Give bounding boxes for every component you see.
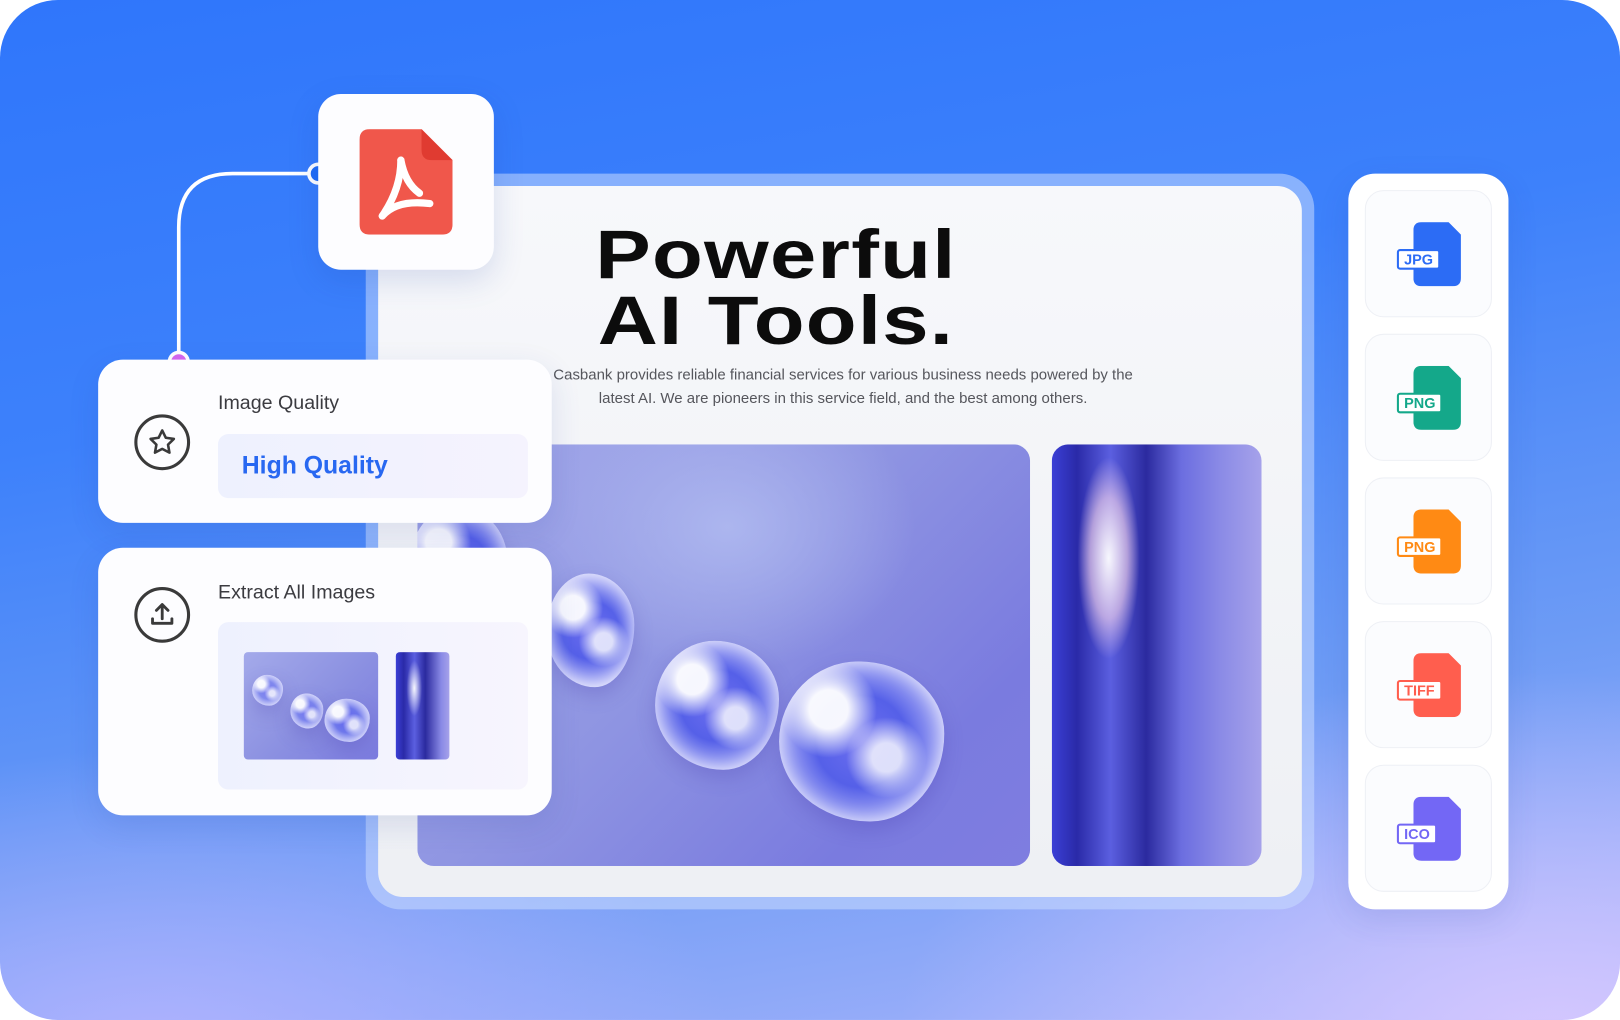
upload-icon [134,586,191,643]
extract-images-label: Extract All Images [218,581,376,604]
pdf-icon [359,129,453,235]
format-png-green[interactable]: PNG [1364,333,1492,461]
format-tiff[interactable]: TIFF [1364,621,1492,749]
format-label: PNG [1396,392,1443,414]
stage: Powerful AI Tools. Casbank provides reli… [0,0,1620,1020]
extracted-thumbnail-bubbles[interactable] [243,652,379,760]
format-label: JPG [1396,249,1441,270]
bubble [779,661,945,822]
hero-title: Powerful AI Tools. [378,215,1261,359]
extract-images-card: Extract All Images [98,547,552,816]
hero-description: Casbank provides reliable financial serv… [553,366,1133,408]
pdf-source-card[interactable] [318,94,494,270]
bubble [655,640,780,770]
quality-select[interactable]: High Quality [218,434,528,499]
hero-title-line2: AI Tools. [597,282,955,359]
star-icon [134,414,191,471]
hero-title-line1: Powerful [595,215,957,293]
image-quality-label: Image Quality [218,392,340,415]
bubble [252,674,284,706]
format-label: TIFF [1396,679,1442,701]
output-formats-panel: JPG PNG PNG TIFF ICO [1348,173,1509,910]
extracted-thumbnail-abstract[interactable] [395,652,450,760]
side-image-abstract[interactable] [1051,444,1262,866]
image-quality-card: Image Quality High Quality [98,359,552,523]
bubble [324,698,370,742]
extracted-images-area [218,622,528,790]
format-label: PNG [1396,536,1443,558]
bubble [546,573,635,688]
bubble [290,693,324,729]
format-png-orange[interactable]: PNG [1364,477,1492,605]
format-ico[interactable]: ICO [1364,764,1492,892]
format-jpg[interactable]: JPG [1364,190,1492,318]
format-label: ICO [1396,823,1438,845]
